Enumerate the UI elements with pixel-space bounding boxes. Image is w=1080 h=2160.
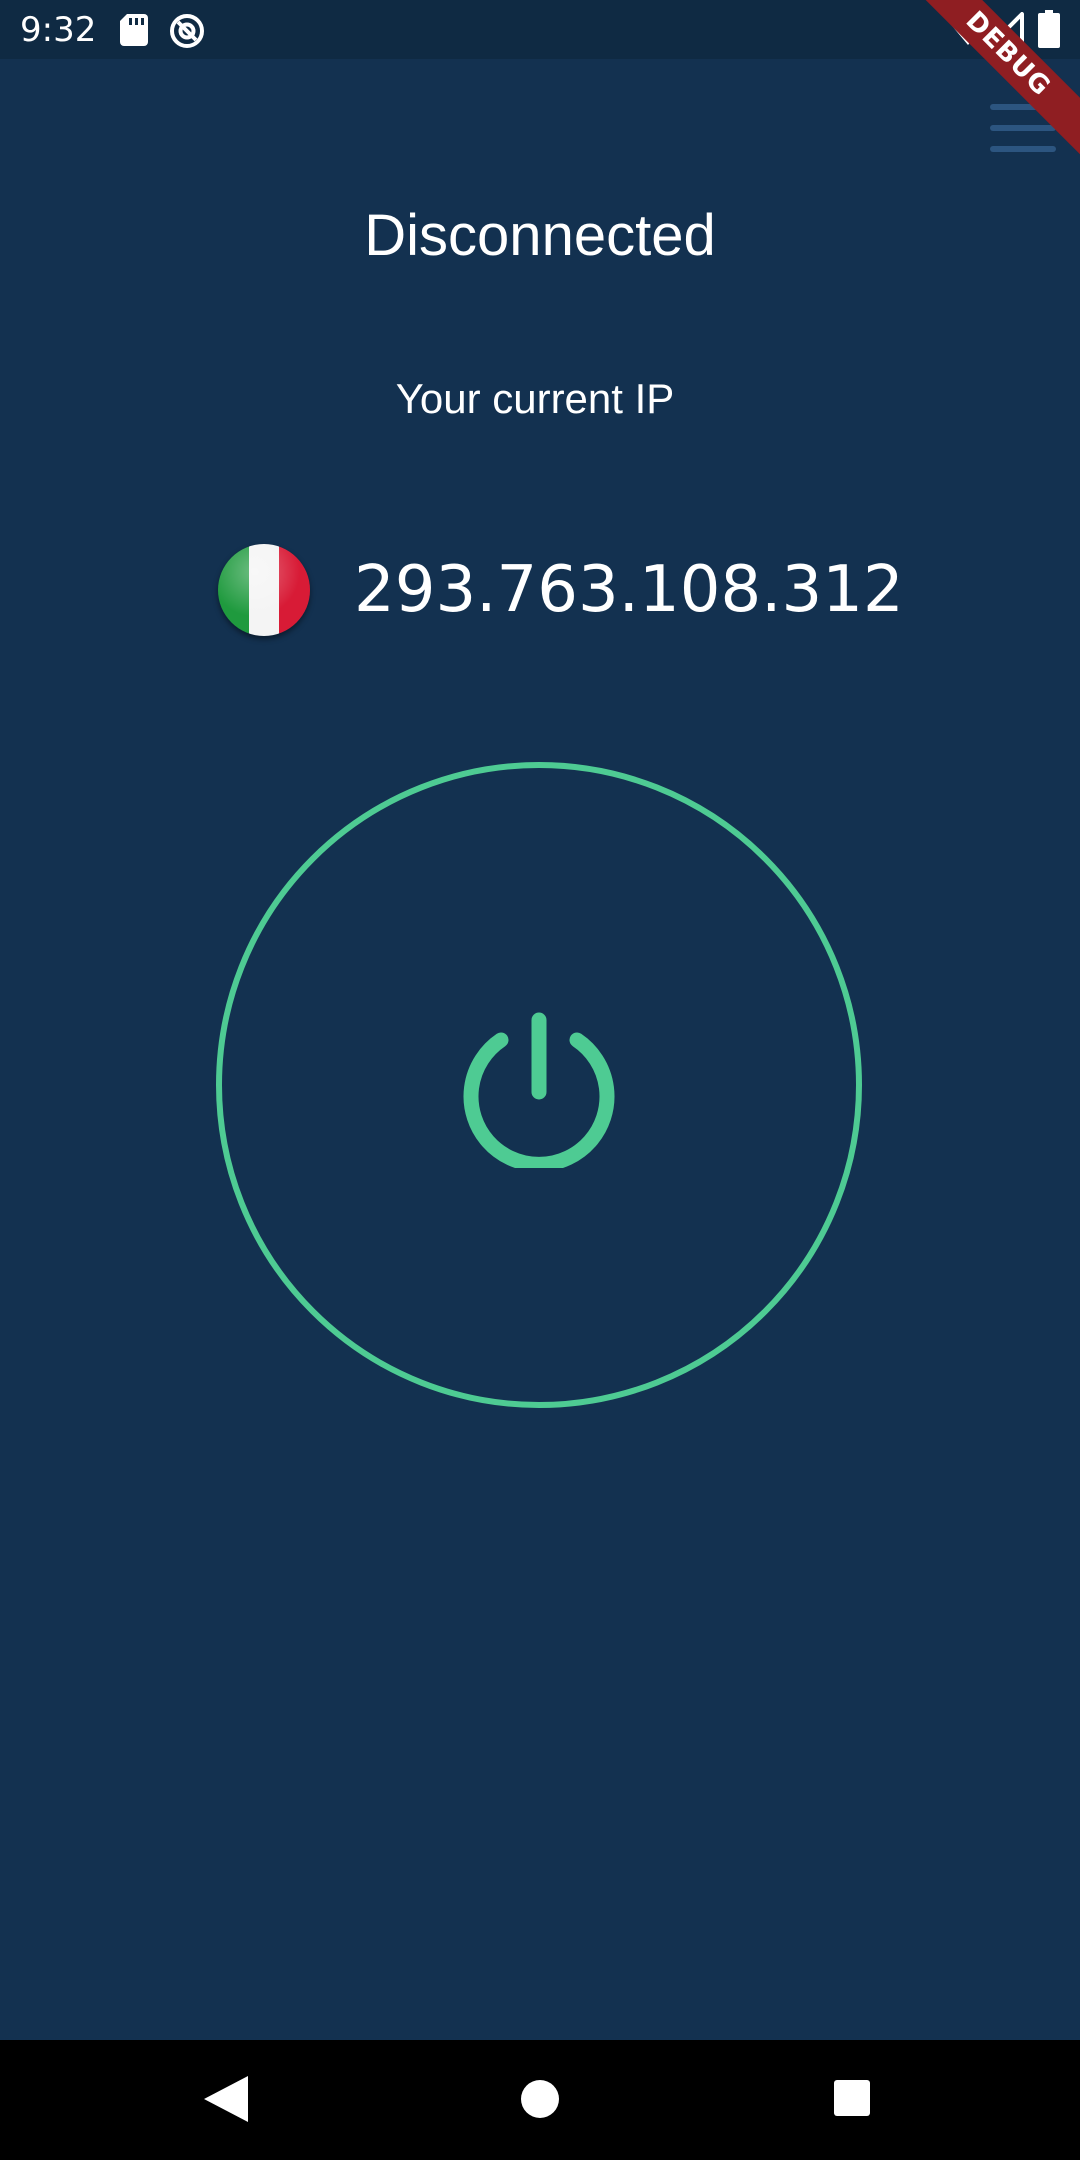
battery-icon bbox=[1038, 10, 1060, 48]
current-ip-row: 293.763.108.312 bbox=[218, 542, 904, 638]
vpn-status-icon bbox=[170, 14, 204, 48]
ip-label: Your current IP bbox=[395, 375, 675, 422]
italy-flag-icon bbox=[218, 544, 310, 636]
status-time: 9:32 bbox=[20, 10, 97, 50]
power-icon bbox=[463, 1012, 615, 1168]
vpn-home-screen: 9:32 DEBUG Disconnected Your current IP … bbox=[0, 0, 1080, 2160]
back-button[interactable] bbox=[204, 2076, 248, 2122]
ip-address: 293.763.108.312 bbox=[354, 553, 904, 627]
connection-status: Disconnected bbox=[364, 203, 716, 268]
status-bar: 9:32 bbox=[0, 0, 1080, 59]
sd-card-icon bbox=[120, 14, 148, 46]
home-button[interactable] bbox=[521, 2080, 559, 2118]
recents-button[interactable] bbox=[834, 2080, 870, 2116]
